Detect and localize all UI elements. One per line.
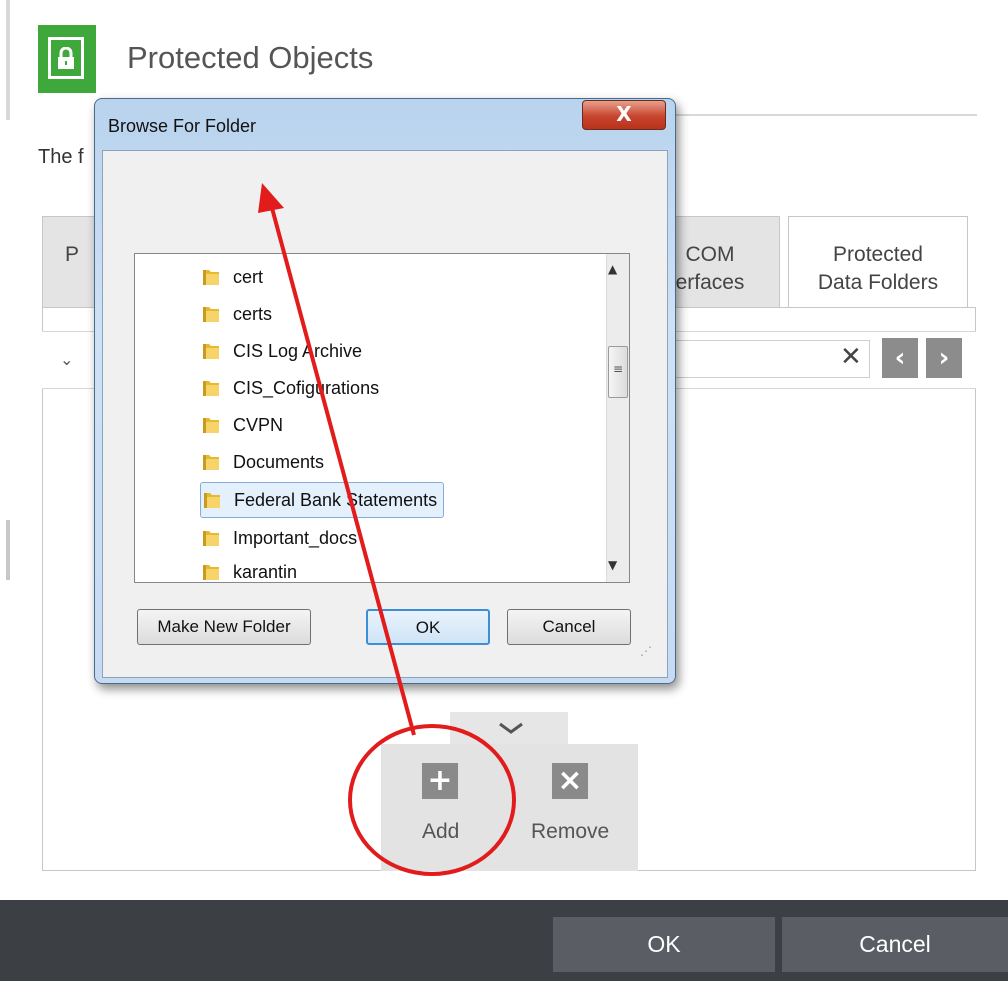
chevron-left-icon[interactable]: ‹ (882, 338, 918, 378)
folder-item-federal-bank-statements[interactable]: Federal Bank Statements (200, 482, 445, 518)
close-icon[interactable]: ✕ (840, 342, 862, 372)
folder-icon (200, 527, 222, 549)
lock-icon (58, 47, 74, 69)
folder-name: CIS Log Archive (233, 340, 363, 361)
folder-icon (200, 377, 222, 399)
folder-name: CIS_Cofigurations (233, 377, 380, 398)
folder-name: Federal Bank Statements (234, 489, 438, 510)
chevron-down-icon[interactable] (496, 718, 526, 738)
folder-name: certs (233, 303, 273, 324)
folder-icon (200, 303, 222, 325)
folder-icon (200, 266, 222, 288)
folder-icon (200, 414, 222, 436)
tab-label: COM erfaces (675, 243, 745, 294)
folder-item-cis-cofigurations[interactable]: CIS_Cofigurations (200, 372, 379, 404)
folder-item-cis-log-archive[interactable]: CIS Log Archive (200, 335, 362, 367)
folder-name: CVPN (233, 414, 284, 435)
resize-grip-icon[interactable]: ⋰ (640, 644, 652, 658)
window-edge (0, 0, 10, 981)
tab-label: P (64, 243, 79, 266)
folder-icon (201, 489, 223, 511)
folder-name: Documents (233, 451, 325, 472)
folder-name: karantin (233, 562, 298, 582)
add-button-label[interactable]: Add (422, 820, 459, 844)
folder-item-cert[interactable]: cert (200, 261, 263, 293)
chevron-down-icon[interactable]: ⌄ (60, 350, 73, 369)
dialog-title: Browse For Folder (108, 116, 257, 136)
dialog-ok-button[interactable]: OK (366, 609, 490, 645)
make-new-folder-button[interactable]: Make New Folder (137, 609, 311, 645)
folder-icon (200, 561, 222, 582)
scroll-up-arrow-icon[interactable]: ▲ (608, 262, 617, 276)
close-icon[interactable]: X (582, 100, 666, 130)
remove-icon[interactable]: × (552, 763, 588, 799)
folder-icon (200, 451, 222, 473)
chevron-right-icon[interactable]: › (926, 338, 962, 378)
dialog-cancel-button[interactable]: Cancel (507, 609, 631, 645)
add-icon[interactable]: + (422, 763, 458, 799)
folder-item-certs[interactable]: certs (200, 298, 272, 330)
tab-label: Protected Data Folders (817, 243, 939, 294)
page-description: The f (38, 146, 84, 168)
scroll-down-arrow-icon[interactable]: ▼ (608, 558, 617, 572)
ok-button[interactable]: OK (553, 917, 775, 972)
folder-icon (200, 340, 222, 362)
tree-scrollbar[interactable] (606, 254, 629, 582)
folder-item-documents[interactable]: Documents (200, 446, 324, 478)
folder-item-cvpn[interactable]: CVPN (200, 409, 283, 441)
tab-first[interactable]: P (42, 216, 102, 308)
folder-name: Important_docs (233, 527, 358, 548)
grip-icon: ≡ (613, 362, 624, 376)
page-title: Protected Objects (127, 40, 374, 75)
folder-name: cert (233, 266, 264, 287)
dialog-description-area (110, 155, 660, 229)
cancel-button[interactable]: Cancel (782, 917, 1008, 972)
tab-protected-data-folders[interactable]: Protected Data Folders (788, 216, 968, 316)
action-toolbar (381, 744, 638, 871)
remove-button-label[interactable]: Remove (531, 820, 609, 844)
folder-item-karantin[interactable]: karantin (200, 558, 297, 582)
folder-item-important-docs[interactable]: Important_docs (200, 522, 357, 554)
